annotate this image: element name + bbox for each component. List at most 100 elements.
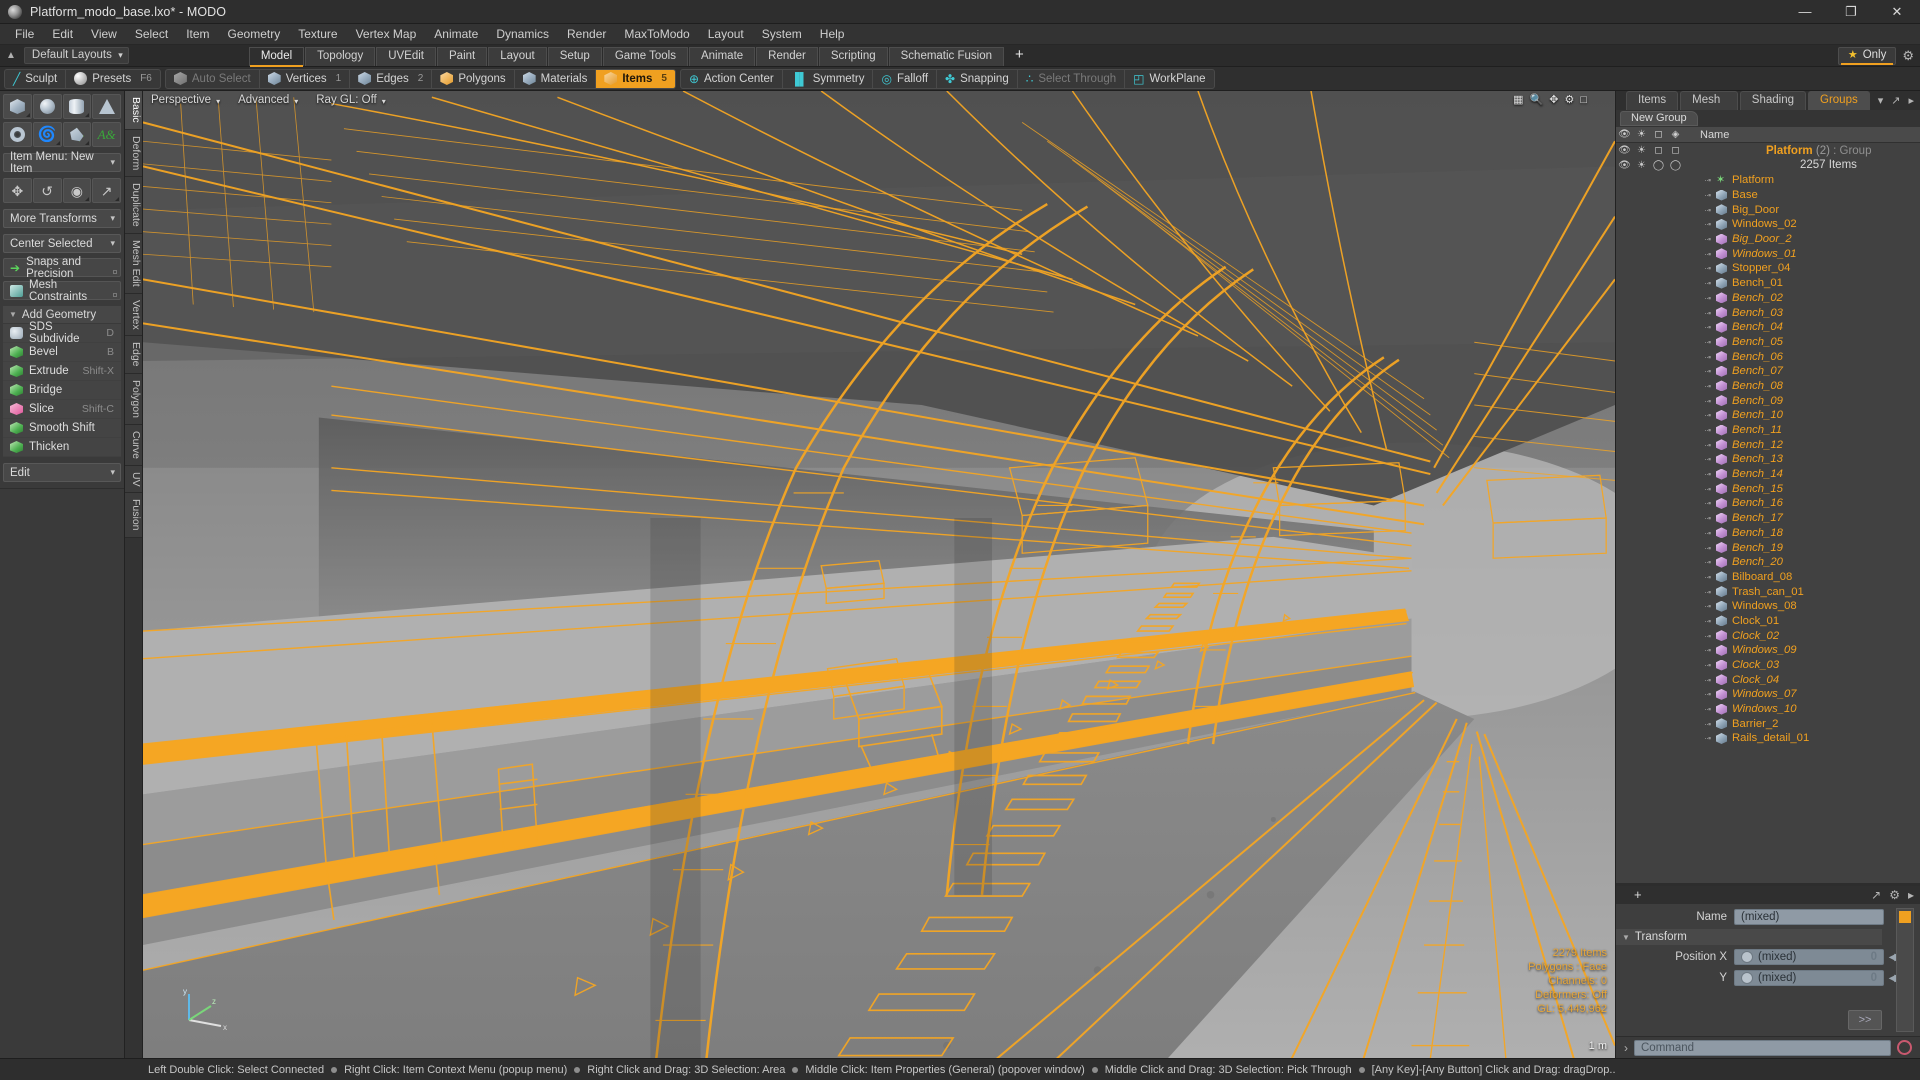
item-row[interactable]: ··▪ Bench_07 bbox=[1616, 364, 1920, 379]
item-row[interactable]: ··▪ Bench_10 bbox=[1616, 408, 1920, 423]
item-eye-icon[interactable]: 👁 bbox=[1616, 160, 1633, 171]
item-row[interactable]: ··▪ Windows_08 bbox=[1616, 599, 1920, 614]
spiral-primitive-button[interactable]: 🌀 bbox=[32, 122, 62, 147]
item-row[interactable]: ··▪ Bench_05 bbox=[1616, 335, 1920, 350]
item-row[interactable]: ··▪ Bench_03 bbox=[1616, 305, 1920, 320]
menu-item-item[interactable]: Item bbox=[177, 24, 218, 45]
viewport-pan-icon[interactable]: ✥ bbox=[1549, 93, 1558, 106]
command-record-icon[interactable] bbox=[1897, 1040, 1912, 1055]
item-row[interactable]: ··▪ Windows_02 bbox=[1616, 217, 1920, 232]
item-row[interactable]: ··▪ Bench_02 bbox=[1616, 291, 1920, 306]
group-eye-icon[interactable]: 👁 bbox=[1616, 145, 1633, 156]
property-knob[interactable] bbox=[1741, 972, 1753, 984]
scrollbar-thumb[interactable] bbox=[1899, 911, 1911, 923]
layout-tab-layout[interactable]: Layout bbox=[488, 47, 547, 66]
properties-scrollbar[interactable] bbox=[1896, 908, 1914, 1032]
viewport-view-mode[interactable]: Perspective bbox=[151, 94, 220, 106]
vertical-tab-deform[interactable]: Deform bbox=[125, 129, 142, 178]
mode-item-polygons[interactable]: Polygons bbox=[432, 69, 515, 88]
torus-primitive-button[interactable] bbox=[3, 122, 32, 147]
edit-dropdown[interactable]: Edit bbox=[3, 463, 121, 482]
group-lock-icon[interactable]: ◻ bbox=[1650, 145, 1667, 156]
menu-item-vertex-map[interactable]: Vertex Map bbox=[347, 24, 426, 45]
menu-item-view[interactable]: View bbox=[82, 24, 126, 45]
layout-tab-schematic-fusion[interactable]: Schematic Fusion bbox=[888, 47, 1005, 66]
layout-tab-uvedit[interactable]: UVEdit bbox=[376, 47, 436, 66]
property-knob[interactable] bbox=[1741, 951, 1753, 963]
layout-tab-game-tools[interactable]: Game Tools bbox=[602, 47, 688, 66]
more-properties-button[interactable]: >> bbox=[1848, 1010, 1882, 1030]
cone-primitive-button[interactable] bbox=[92, 94, 121, 119]
menu-item-file[interactable]: File bbox=[6, 24, 43, 45]
menu-item-help[interactable]: Help bbox=[811, 24, 854, 45]
item-row[interactable]: ··▪ Bench_04 bbox=[1616, 320, 1920, 335]
gear-icon[interactable]: ⚙ bbox=[1902, 48, 1914, 64]
item-row[interactable]: ··▪ Big_Door_2 bbox=[1616, 232, 1920, 247]
layout-tab-topology[interactable]: Topology bbox=[305, 47, 376, 66]
cylinder-primitive-button[interactable] bbox=[62, 94, 92, 119]
item-lock-icon[interactable]: ◯ bbox=[1650, 160, 1667, 171]
item-render-icon[interactable]: ☀ bbox=[1633, 160, 1650, 171]
more-arrow-icon[interactable]: ▸ bbox=[1908, 94, 1914, 107]
menu-item-maxtomodo[interactable]: MaxToModo bbox=[615, 24, 698, 45]
item-row[interactable]: ··▪ Bilboard_08 bbox=[1616, 570, 1920, 585]
add-properties-tab-button[interactable]: + bbox=[1626, 886, 1650, 904]
item-row[interactable]: ··▪ Clock_03 bbox=[1616, 658, 1920, 673]
mesh-constraints-row[interactable]: Mesh Constraints bbox=[3, 279, 121, 303]
item-row[interactable]: ··▪ Rails_detail_01 bbox=[1616, 731, 1920, 746]
item-wire-icon[interactable]: ◯ bbox=[1667, 160, 1684, 171]
vertical-tab-fusion[interactable]: Fusion bbox=[125, 493, 142, 538]
mode-item-falloff[interactable]: ◎ Falloff bbox=[873, 69, 938, 88]
mode-item-snapping[interactable]: ✤ Snapping bbox=[937, 69, 1018, 88]
mode-item-select-through[interactable]: ∴ Select Through bbox=[1018, 69, 1126, 88]
property-input[interactable]: (mixed) 0 ◀▶ bbox=[1734, 949, 1902, 965]
snaps-and-precision-row[interactable]: ➔ Snaps and Precision bbox=[3, 256, 121, 280]
item-row[interactable]: ··▪ Base bbox=[1616, 188, 1920, 203]
item-row[interactable]: ··▪ Bench_16 bbox=[1616, 496, 1920, 511]
mode-item-symmetry[interactable]: ▐▌ Symmetry bbox=[783, 69, 874, 88]
item-row[interactable]: ··▪ Clock_02 bbox=[1616, 628, 1920, 643]
item-row[interactable]: ··▪ Bench_01 bbox=[1616, 276, 1920, 291]
viewport-maximize-icon[interactable]: □ bbox=[1580, 94, 1587, 106]
item-row[interactable]: ··▪ Bench_12 bbox=[1616, 437, 1920, 452]
maximize-button[interactable]: ❐ bbox=[1828, 0, 1874, 23]
name-input[interactable]: (mixed) bbox=[1734, 909, 1884, 925]
text-primitive-button[interactable]: A& bbox=[92, 122, 121, 147]
geometry-item-extrude[interactable]: Extrude Shift-X bbox=[3, 362, 121, 381]
menu-item-select[interactable]: Select bbox=[126, 24, 177, 45]
item-row[interactable]: ··▪ Windows_09 bbox=[1616, 643, 1920, 658]
right-tab-mesh[interactable]: Mesh ... bbox=[1680, 91, 1738, 123]
item-row[interactable]: ··▪ Windows_01 bbox=[1616, 246, 1920, 261]
item-row[interactable]: ··▪ Windows_10 bbox=[1616, 702, 1920, 717]
menu-item-render[interactable]: Render bbox=[558, 24, 615, 45]
right-tab-shading[interactable]: Shading bbox=[1739, 91, 1806, 110]
viewport-grid-icon[interactable]: ▦ bbox=[1513, 93, 1523, 106]
item-row[interactable]: ··▪ Windows_07 bbox=[1616, 687, 1920, 702]
item-row[interactable]: ··▪ Bench_06 bbox=[1616, 349, 1920, 364]
add-layout-tab-button[interactable]: + bbox=[1005, 45, 1034, 66]
layout-tab-animate[interactable]: Animate bbox=[688, 47, 756, 66]
expand-icon[interactable]: ↗ bbox=[1891, 94, 1900, 107]
right-tab-groups[interactable]: Groups bbox=[1808, 91, 1870, 110]
vertical-tab-uv[interactable]: UV bbox=[125, 465, 142, 494]
vertical-tab-mesh-edit[interactable]: Mesh Edit bbox=[125, 233, 142, 294]
menu-item-system[interactable]: System bbox=[753, 24, 811, 45]
command-input[interactable]: Command bbox=[1634, 1039, 1891, 1056]
item-row[interactable]: ··▪ Clock_04 bbox=[1616, 672, 1920, 687]
mode-item-sculpt[interactable]: ╱ Sculpt bbox=[5, 69, 67, 88]
menu-item-dynamics[interactable]: Dynamics bbox=[487, 24, 558, 45]
collapse-up-icon[interactable]: ▲ bbox=[6, 50, 16, 61]
viewport-zoom-icon[interactable]: 🔍 bbox=[1530, 93, 1544, 106]
item-row[interactable]: ··▪ Bench_11 bbox=[1616, 423, 1920, 438]
right-tab-items[interactable]: Items bbox=[1626, 91, 1679, 110]
mode-item-edges[interactable]: Edges 2 bbox=[350, 69, 433, 88]
item-row[interactable]: ··▪ ✶ Platform bbox=[1616, 173, 1920, 188]
group-wire-icon[interactable]: ◻ bbox=[1667, 145, 1684, 156]
vertical-tab-edge[interactable]: Edge bbox=[125, 336, 142, 374]
layout-tab-paint[interactable]: Paint bbox=[437, 47, 488, 66]
geometry-item-thicken[interactable]: Thicken bbox=[3, 438, 121, 457]
viewport-raygl-mode[interactable]: Ray GL: Off bbox=[316, 94, 386, 106]
geometry-item-slice[interactable]: Slice Shift-C bbox=[3, 400, 121, 419]
item-row[interactable]: ··▪ Barrier_2 bbox=[1616, 716, 1920, 731]
vertical-tab-basic[interactable]: Basic bbox=[125, 91, 142, 130]
